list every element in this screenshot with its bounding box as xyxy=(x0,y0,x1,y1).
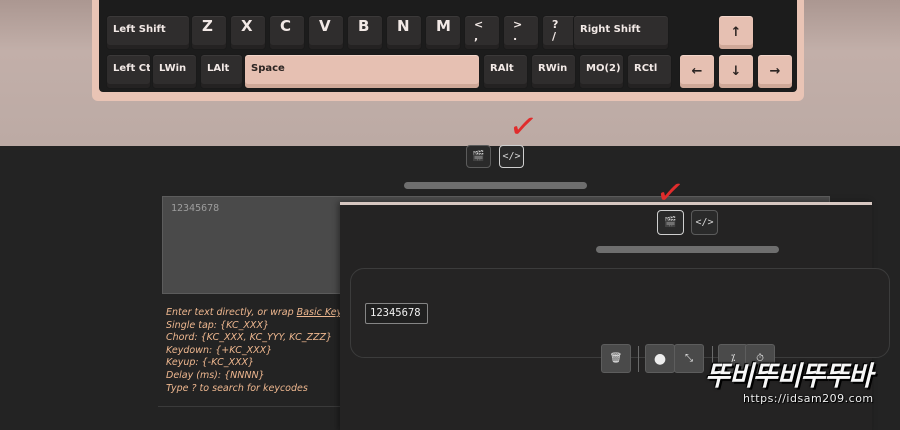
key-mo2[interactable]: MO(2) xyxy=(579,54,624,89)
help-line: Chord: {KC_XXX, KC_YYY, KC_ZZZ} xyxy=(166,332,333,344)
key-rctl[interactable]: RCtl xyxy=(627,54,672,89)
help-text: Enter text directly, or wrap Basic Keyco… xyxy=(166,307,346,395)
key-arrow-left[interactable]: ← xyxy=(679,54,715,89)
help-line: Enter text directly, or wrap Basic Keyco… xyxy=(166,307,346,320)
key-lwin[interactable]: LWin xyxy=(152,54,197,89)
key-arrow-right[interactable]: → xyxy=(757,54,793,89)
record-icon: ● xyxy=(653,350,667,367)
watermark: 뚜비뚜비뚜뚜바 https://idsam209.com xyxy=(705,362,895,422)
key-ralt[interactable]: RAlt xyxy=(483,54,528,89)
watermark-logo: 뚜비뚜비뚜뚜바 xyxy=(705,361,873,392)
key-period[interactable]: > . xyxy=(503,15,539,50)
help-line: Keyup: {-KC_XXX} xyxy=(166,357,255,369)
key-base-label: , xyxy=(474,30,479,43)
key-right-shift[interactable]: Right Shift xyxy=(573,15,669,50)
key-arrow-up[interactable]: ↑ xyxy=(718,15,754,50)
code-icon[interactable]: </> xyxy=(691,210,718,235)
sequence-item[interactable]: 12345678 xyxy=(365,303,428,324)
progress-bar xyxy=(596,246,779,253)
toolbar-separator xyxy=(638,346,639,372)
help-line-prefix: Enter text directly, or wrap xyxy=(166,307,297,318)
watermark-url: https://idsam209.com xyxy=(743,392,874,405)
key-left-shift[interactable]: Left Shift xyxy=(106,15,190,50)
key-z[interactable]: Z xyxy=(191,15,227,50)
help-line: Keydown: {+KC_XXX} xyxy=(166,344,273,356)
annotation-check-mark: ✓ xyxy=(506,105,541,149)
key-space[interactable]: Space xyxy=(244,54,480,89)
basic-keycodes-link[interactable]: Basic Keycodes xyxy=(297,307,346,318)
video-icon[interactable]: 🎬 xyxy=(466,145,491,168)
key-lalt[interactable]: LAlt xyxy=(200,54,243,89)
key-b[interactable]: B xyxy=(347,15,383,50)
key-x[interactable]: X xyxy=(230,15,266,50)
help-line: Type ? to search for keycodes xyxy=(166,382,308,394)
compress-icon: ⤡ xyxy=(685,353,693,364)
progress-bar xyxy=(404,182,587,189)
code-view-button[interactable]: </> xyxy=(499,145,524,168)
key-m[interactable]: M xyxy=(425,15,461,50)
key-left-ctrl[interactable]: Left Ctrl xyxy=(106,54,151,89)
keyboard-case: Left Shift Z X C V B N M < , > . ? / Rig… xyxy=(92,0,804,101)
divider xyxy=(158,406,348,407)
key-v[interactable]: V xyxy=(308,15,344,50)
keyboard-preview-area: Left Shift Z X C V B N M < , > . ? / Rig… xyxy=(0,0,900,146)
record-button[interactable]: ● xyxy=(645,344,675,373)
key-c[interactable]: C xyxy=(269,15,305,50)
key-comma[interactable]: < , xyxy=(464,15,500,50)
help-line: Delay (ms): {NNNN} xyxy=(166,369,265,381)
key-arrow-down[interactable]: ↓ xyxy=(718,54,754,89)
help-line: Single tap: {KC_XXX} xyxy=(166,319,269,331)
keyboard-plate: Left Shift Z X C V B N M < , > . ? / Rig… xyxy=(99,0,797,92)
trash-icon: 🗑 xyxy=(609,353,623,364)
compress-button[interactable]: ⤡ xyxy=(674,344,704,373)
key-rwin[interactable]: RWin xyxy=(531,54,576,89)
key-base-label: . xyxy=(513,30,518,43)
annotation-check-mark: ✓ xyxy=(653,171,688,215)
key-n[interactable]: N xyxy=(386,15,422,50)
delete-button[interactable]: 🗑 xyxy=(601,344,631,373)
